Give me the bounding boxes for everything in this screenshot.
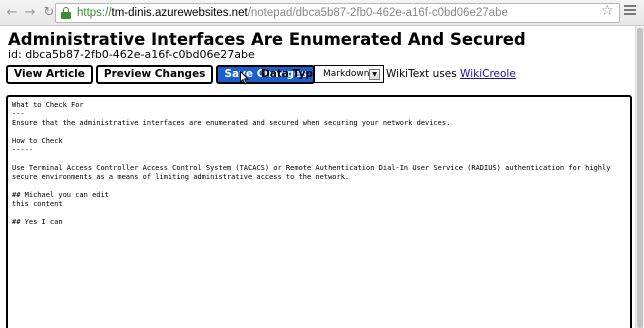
editor-line: How to Check [12, 137, 63, 145]
browser-toolbar: ← → ↻ https://tm-dinis.azurewebsites.net… [0, 0, 644, 26]
wikitext-note: WikiText uses WikiCreole [386, 68, 516, 80]
scrollbar-thumb[interactable] [637, 28, 643, 328]
editor-line: ## Yes I can [12, 218, 63, 226]
editor-line: Ensure that the administrative interface… [12, 119, 451, 127]
bookmark-star-icon[interactable]: ☆ [601, 3, 614, 19]
back-arrow-icon[interactable]: ← [3, 4, 21, 22]
lock-icon [61, 7, 71, 19]
data-type-select[interactable]: Markdown ▼ [314, 65, 384, 83]
scrollbar[interactable] [635, 26, 644, 328]
editor-line: What to Check For [12, 101, 84, 109]
editor-line: ----- [12, 146, 34, 154]
content-editor[interactable]: What to Check For --- Ensure that the admi… [6, 95, 632, 328]
forward-arrow-icon[interactable]: → [21, 4, 39, 22]
mouse-cursor-icon [240, 71, 250, 85]
url-host: tm-dinis.azurewebsites.net [111, 7, 248, 19]
page-id: id: dbca5b87-2fb0-462e-a16f-c0bd06e27abe [8, 48, 255, 61]
editor-line: secure environments as a means of limiti… [12, 173, 350, 181]
url-path: /notepad/dbca5b87-2fb0-462e-a16f-c0bd06e… [247, 7, 508, 19]
url-text[interactable]: https://tm-dinis.azurewebsites.net/notep… [77, 7, 508, 19]
page-title: Administrative Interfaces Are Enumerated… [8, 30, 526, 49]
chevron-down-icon[interactable]: ▼ [369, 68, 380, 80]
data-type-value: Markdown [323, 69, 370, 79]
wikitext-prefix: WikiText uses [386, 68, 461, 80]
preview-changes-button[interactable]: Preview Changes [95, 64, 214, 84]
editor-line: Use Terminal Access Controller Access Co… [12, 164, 611, 172]
url-scheme: https:// [77, 7, 112, 19]
wikicreole-link[interactable]: WikiCreole [460, 68, 516, 80]
editor-line: this content [12, 200, 63, 208]
editor-line: ## Michael you can edit [12, 191, 109, 199]
menu-icon[interactable] [624, 5, 636, 17]
view-article-button[interactable]: View Article [6, 64, 93, 84]
address-bar[interactable]: https://tm-dinis.azurewebsites.net/notep… [55, 3, 620, 23]
editor-line: --- [12, 110, 25, 118]
